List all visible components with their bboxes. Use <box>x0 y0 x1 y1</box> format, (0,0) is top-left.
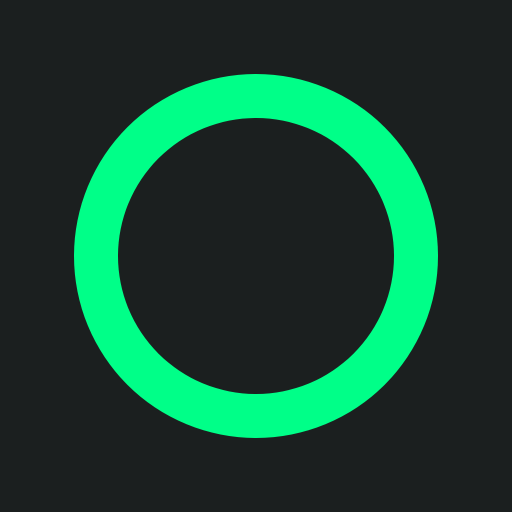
ring-inner-circle <box>118 118 394 394</box>
app-screen <box>0 0 512 512</box>
ring-icon <box>74 74 438 438</box>
